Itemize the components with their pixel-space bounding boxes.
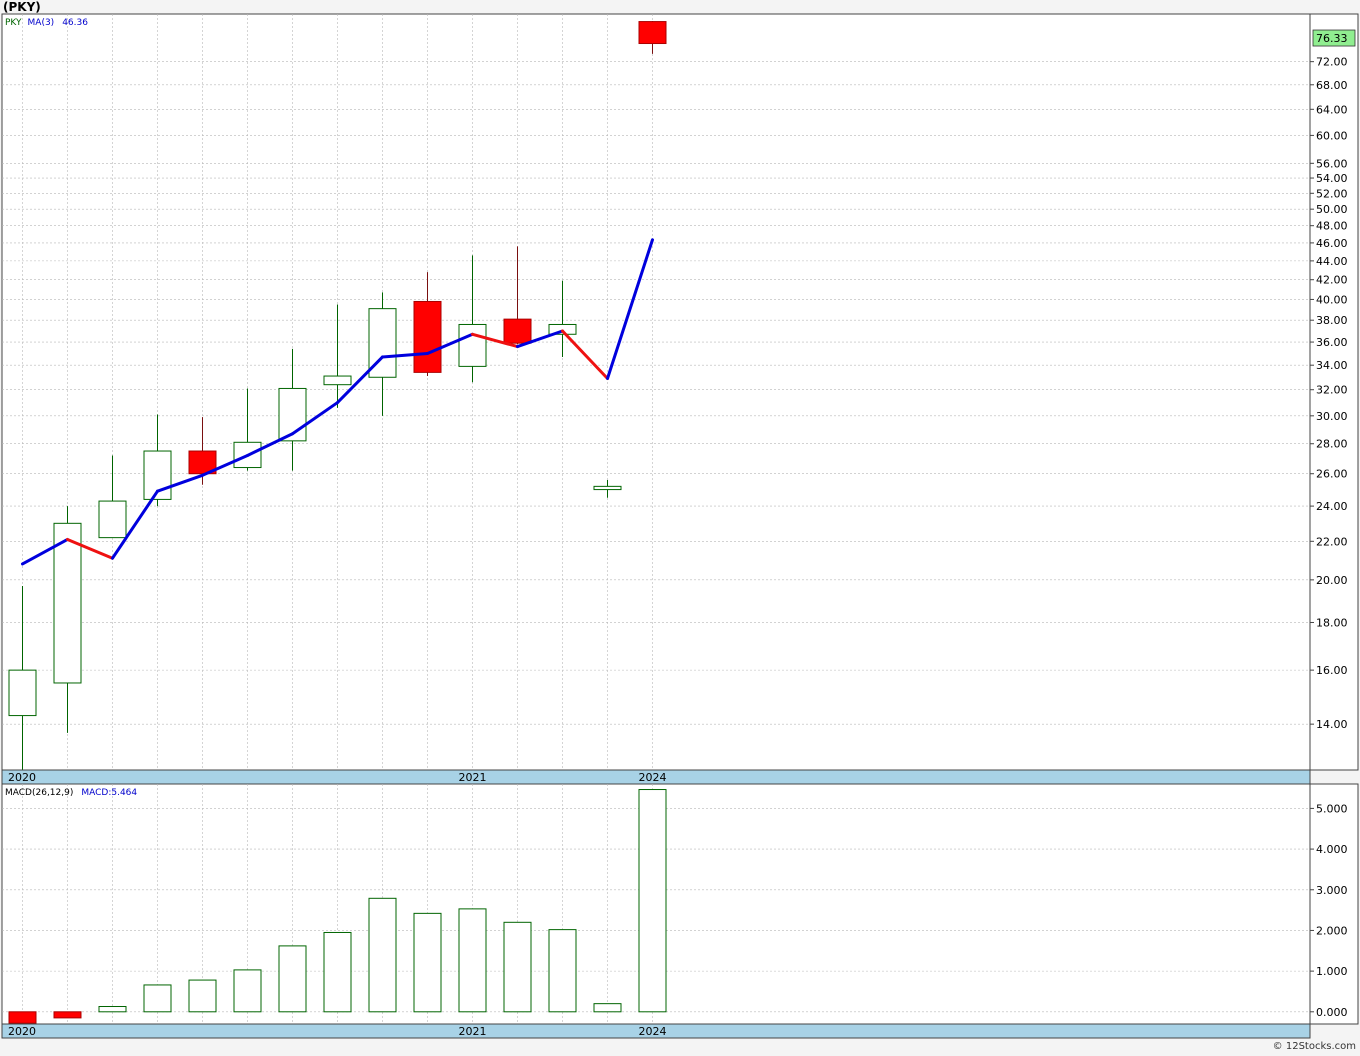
candle-body — [593, 485, 622, 491]
macd-bar — [323, 931, 352, 1013]
legend-ticker: PKY — [5, 18, 22, 28]
price-ytick-label: 16.00 — [1316, 664, 1348, 677]
price-ytick-label: 20.00 — [1316, 574, 1348, 587]
candle-body — [638, 21, 667, 45]
macd-ytick-label: 2.000 — [1316, 924, 1348, 937]
candle-body — [8, 669, 37, 717]
macd-bar — [143, 984, 172, 1013]
candle-body — [98, 500, 127, 539]
price-plot-area — [1, 13, 1311, 771]
price-ytick-label: 64.00 — [1316, 103, 1348, 116]
x-date-label: 2021 — [459, 771, 487, 784]
price-ytick-label: 40.00 — [1316, 293, 1348, 306]
candle-body — [323, 375, 352, 386]
price-ytick-label: 52.00 — [1316, 187, 1348, 200]
stock-chart: 14.00 16.00 18.00 20.00 22.00 24.00 26.00 28.00… — [1, 13, 1359, 1039]
macd-bar — [233, 969, 262, 1013]
price-ytick-label: 50.00 — [1316, 203, 1348, 216]
macd-bar — [98, 1006, 127, 1013]
macd-legend: MACD(26,12,9) MACD:5.464 — [5, 788, 137, 798]
price-ytick-label: 22.00 — [1316, 535, 1348, 548]
price-ytick-label: 46.00 — [1316, 237, 1348, 250]
x-date-label-macd: 2024 — [639, 1025, 667, 1038]
legend-ma-label: MA(3) — [28, 18, 55, 28]
price-ytick-label: 34.00 — [1316, 359, 1348, 372]
x-date-label-macd: 2021 — [459, 1025, 487, 1038]
macd-ytick-label: 1.000 — [1316, 965, 1348, 978]
x-date-label-macd: 2020 — [8, 1025, 36, 1038]
price-ytick-label: 18.00 — [1316, 616, 1348, 629]
price-legend: PKY MA(3) 46.36 — [5, 18, 88, 28]
legend-ma-value: 46.36 — [62, 18, 88, 28]
price-ytick-label: 28.00 — [1316, 438, 1348, 451]
macd-legend-value: MACD:5.464 — [81, 788, 137, 798]
candle-body — [458, 323, 487, 367]
x-date-label: 2020 — [8, 771, 36, 784]
macd-bar — [413, 912, 442, 1013]
candle-body — [53, 522, 82, 684]
candle-body — [503, 318, 532, 344]
macd-ytick-label: 0.000 — [1316, 1006, 1348, 1019]
price-ytick-label: 44.00 — [1316, 255, 1348, 268]
candle-body — [413, 300, 442, 373]
macd-bar — [458, 908, 487, 1013]
price-panel: 14.00 16.00 18.00 20.00 22.00 24.00 26.00 28.00… — [1, 13, 1359, 785]
macd-bar — [638, 789, 667, 1013]
price-ytick-label: 60.00 — [1316, 129, 1348, 142]
x-date-label: 2024 — [639, 771, 667, 784]
price-ytick-label: 30.00 — [1316, 410, 1348, 423]
price-ytick-label: 38.00 — [1316, 314, 1348, 327]
macd-panel: 0.000 1.000 2.000 3.000 4.000 5.000 MACD(26,12… — [1, 783, 1359, 1039]
price-ytick-label: 48.00 — [1316, 220, 1348, 233]
macd-axis-area — [1309, 783, 1359, 1025]
price-ytick-label: 68.00 — [1316, 79, 1348, 92]
price-ytick-label: 14.00 — [1316, 718, 1348, 731]
macd-bar — [188, 979, 217, 1013]
macd-bar — [593, 1003, 622, 1013]
macd-bar — [368, 897, 397, 1013]
macd-bar — [8, 1011, 37, 1024]
macd-legend-label: MACD(26,12,9) — [5, 788, 73, 798]
macd-bar — [278, 945, 307, 1013]
price-ytick-label: 54.00 — [1316, 172, 1348, 185]
price-ytick-label: 24.00 — [1316, 500, 1348, 513]
price-ytick-label: 32.00 — [1316, 384, 1348, 397]
price-ytick-label: 26.00 — [1316, 468, 1348, 481]
macd-bar — [548, 929, 577, 1013]
last-price-value: 76.33 — [1316, 32, 1348, 45]
macd-ytick-label: 4.000 — [1316, 843, 1348, 856]
price-ytick-label: 42.00 — [1316, 274, 1348, 287]
macd-bar — [503, 921, 532, 1013]
price-ytick-label: 72.00 — [1316, 56, 1348, 69]
macd-ytick-label: 5.000 — [1316, 802, 1348, 815]
price-ytick-label: 36.00 — [1316, 336, 1348, 349]
macd-bar — [53, 1011, 82, 1019]
price-ytick-label: 56.00 — [1316, 157, 1348, 170]
macd-ytick-label: 3.000 — [1316, 884, 1348, 897]
footer-credit: © 12Stocks.com — [1272, 1041, 1356, 1052]
